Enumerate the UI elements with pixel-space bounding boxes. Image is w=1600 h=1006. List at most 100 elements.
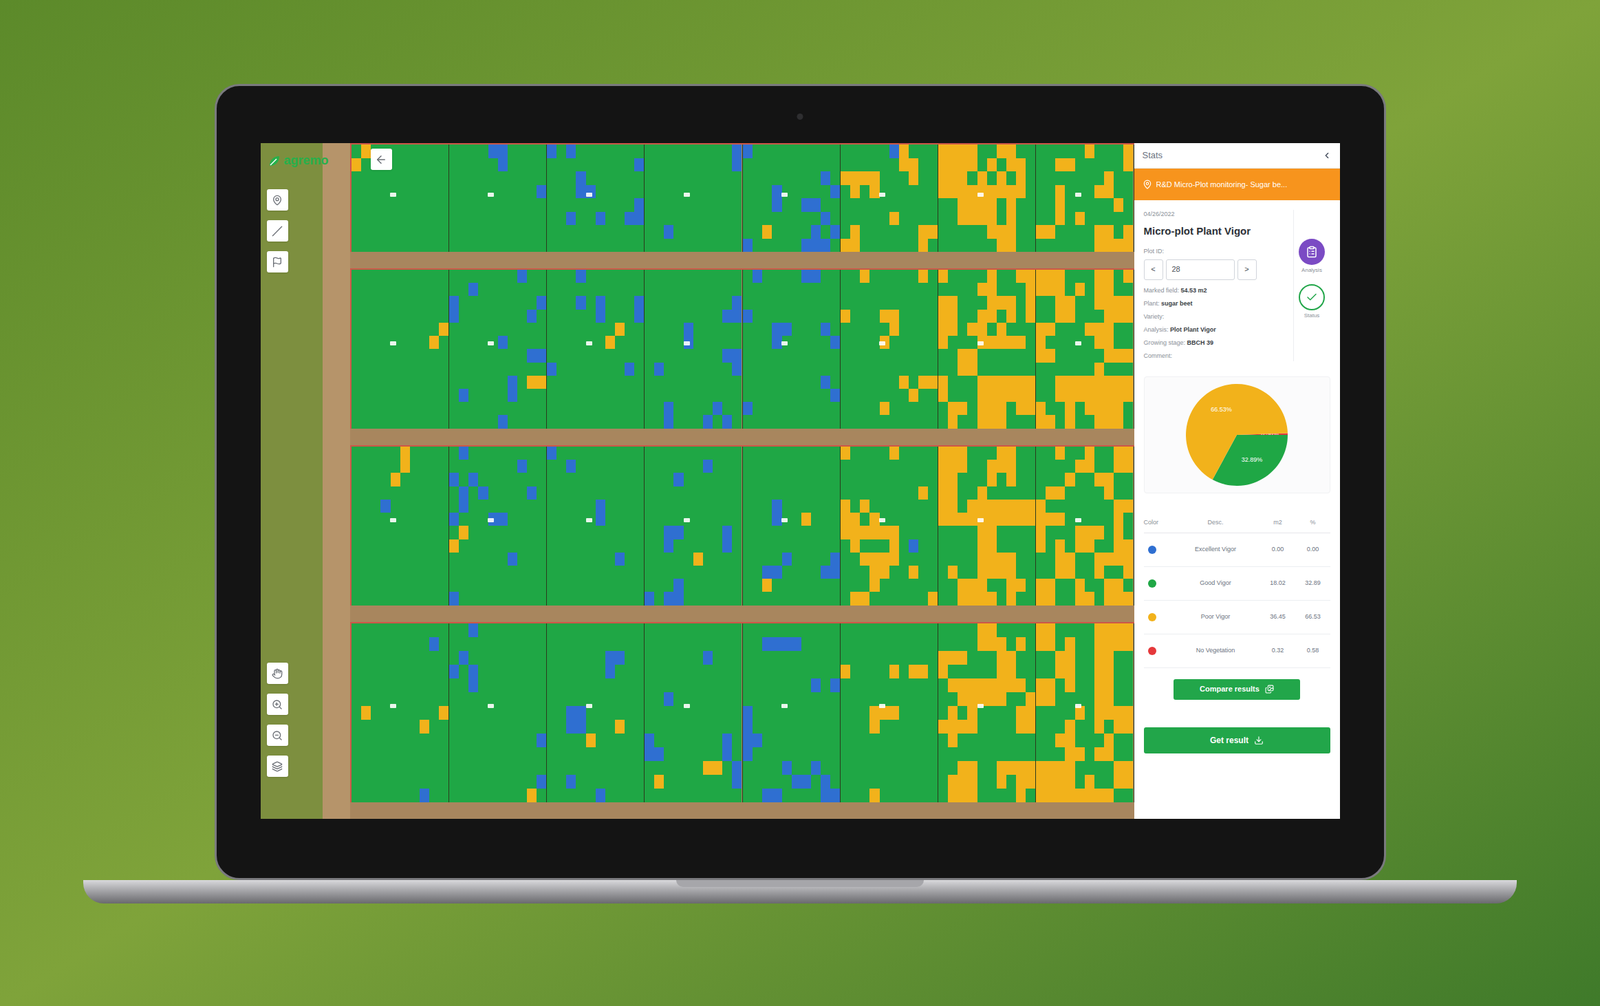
plot[interactable] <box>742 269 841 429</box>
laptop-bezel: agremoStatsR&D Micro-Plot monitoring- Su… <box>214 83 1387 880</box>
plot-marker <box>487 703 494 708</box>
plot[interactable] <box>644 144 743 252</box>
plot-marker <box>977 703 984 708</box>
status-action[interactable]: Status <box>1298 284 1325 320</box>
plot[interactable] <box>1035 623 1134 803</box>
plot[interactable] <box>1035 446 1134 606</box>
plot[interactable] <box>449 446 547 606</box>
plot[interactable] <box>644 623 743 803</box>
plot[interactable] <box>938 144 1036 252</box>
plot-marker <box>683 341 690 346</box>
plot-id-field[interactable]: 28 <box>1165 259 1235 280</box>
compare-results-button[interactable]: Compare results <box>1173 678 1301 700</box>
plot-marker <box>1075 703 1082 708</box>
vigor-map <box>1035 269 1133 429</box>
plot[interactable] <box>449 144 547 252</box>
plot[interactable] <box>351 623 450 803</box>
vigor-map <box>351 623 449 803</box>
vigor-map <box>742 144 840 252</box>
vigor-map <box>644 623 742 803</box>
vigor-map <box>644 446 742 606</box>
zoom-in-button[interactable] <box>266 693 289 715</box>
vigor-map <box>840 623 938 803</box>
vigor-map <box>449 623 547 803</box>
vigor-map <box>742 269 840 429</box>
plot-marker <box>977 517 984 523</box>
plot[interactable] <box>938 446 1036 606</box>
next-plot-button[interactable]: > <box>1237 259 1257 280</box>
vigor-map <box>840 446 938 606</box>
layers-button[interactable] <box>266 755 289 777</box>
page: agremoStatsR&D Micro-Plot monitoring- Su… <box>0 0 1600 1006</box>
plot-marker <box>586 192 593 197</box>
map[interactable]: agremo <box>260 143 1135 819</box>
plot[interactable] <box>1035 144 1134 252</box>
plot-marker <box>683 703 690 708</box>
plot-marker <box>879 703 886 708</box>
color-dot-icon <box>1148 545 1157 554</box>
zoom-out-button[interactable] <box>266 724 289 746</box>
plot[interactable] <box>742 446 841 606</box>
get-result-button[interactable]: Get result <box>1143 727 1331 754</box>
check-icon <box>1305 290 1318 304</box>
hand-icon <box>271 667 283 679</box>
plot[interactable] <box>840 623 939 803</box>
svg-text:66.53%: 66.53% <box>1210 405 1232 413</box>
pie-slice[interactable]: 66.53% <box>1185 383 1288 480</box>
pan-tool[interactable] <box>266 662 289 684</box>
plot[interactable] <box>546 269 645 429</box>
download-icon <box>1253 735 1264 745</box>
zoom-out-icon <box>271 729 283 741</box>
plot[interactable] <box>546 623 645 803</box>
plot[interactable] <box>840 269 939 429</box>
back-button[interactable] <box>370 148 393 170</box>
vigor-map <box>351 446 449 606</box>
plot-marker <box>586 341 593 346</box>
vigor-map <box>1035 623 1133 803</box>
images-icon <box>1265 684 1274 694</box>
pin-icon <box>1142 179 1153 190</box>
plot[interactable] <box>449 623 547 803</box>
date: 04/26/2022 <box>1143 209 1288 220</box>
plot[interactable] <box>938 623 1036 803</box>
plot[interactable] <box>351 144 450 252</box>
plot[interactable] <box>1035 269 1134 429</box>
plot-marker <box>1075 192 1082 197</box>
plot[interactable] <box>742 623 841 803</box>
project-bar[interactable]: R&D Micro-Plot monitoring- Sugar be... <box>1134 168 1340 201</box>
collapse-icon[interactable] <box>1322 150 1332 161</box>
plot-marker <box>977 341 984 346</box>
plot[interactable] <box>546 144 645 252</box>
plot[interactable] <box>644 269 743 429</box>
prev-plot-button[interactable]: < <box>1143 259 1164 280</box>
plot[interactable] <box>840 446 939 606</box>
vigor-map <box>938 144 1036 252</box>
plot-marker <box>781 341 788 346</box>
plot[interactable] <box>351 446 450 606</box>
road <box>322 143 351 819</box>
plot-marker <box>487 517 494 523</box>
screen: agremoStatsR&D Micro-Plot monitoring- Su… <box>260 143 1340 819</box>
plot-marker <box>879 192 886 197</box>
vigor-map <box>742 446 840 606</box>
vigor-map <box>644 269 742 429</box>
flag-icon <box>271 256 283 268</box>
plot[interactable] <box>938 269 1036 429</box>
plot[interactable] <box>351 269 450 429</box>
table-row: Excellent Vigor0.000.00 <box>1143 533 1331 567</box>
table-header: ColorDesc.m2% <box>1143 513 1331 534</box>
area-tool[interactable] <box>266 251 289 273</box>
plot[interactable] <box>840 144 939 252</box>
vigor-map <box>938 446 1036 606</box>
plot[interactable] <box>449 269 547 429</box>
line-tool[interactable] <box>266 220 289 242</box>
vigor-map <box>546 446 644 606</box>
plot-row <box>350 268 1135 429</box>
pin-tool[interactable] <box>266 189 289 211</box>
plot[interactable] <box>742 144 841 252</box>
analysis-action[interactable]: Analysis <box>1298 238 1325 275</box>
plot[interactable] <box>546 446 645 606</box>
logo[interactable]: agremo <box>267 151 329 170</box>
plot[interactable] <box>644 446 743 606</box>
analysis-icon <box>1305 245 1318 258</box>
